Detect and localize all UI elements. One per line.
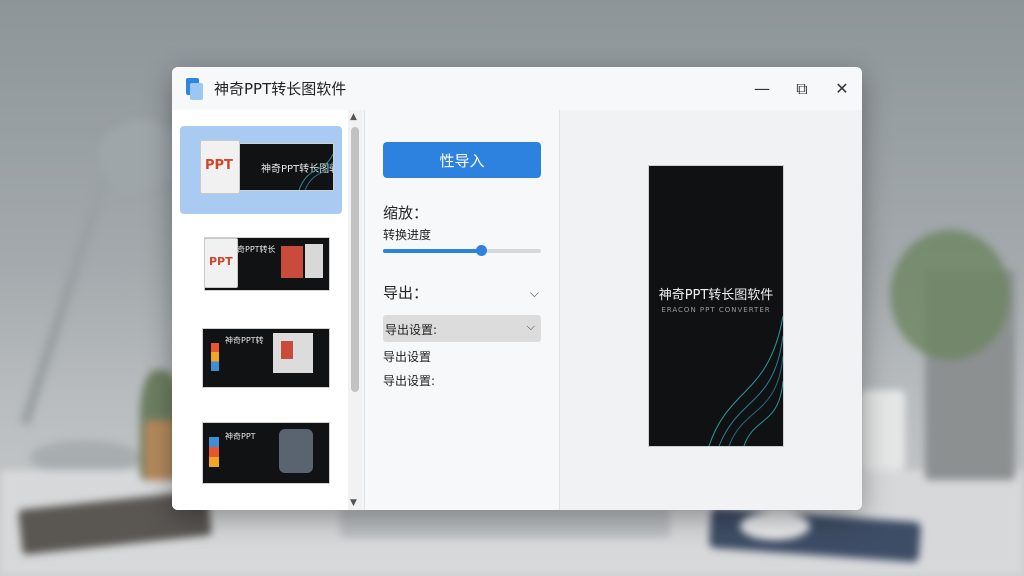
app-window: 神奇PPT转长图软件 — ⧉ ✕ 神奇PPT转长图软件 PPT 神奇PPT转长 (172, 67, 862, 510)
slide-thumbnail[interactable]: 神奇PPT转 (180, 310, 342, 398)
title-bar: 神奇PPT转长图软件 — ⧉ ✕ (172, 67, 862, 110)
slide-preview: 神奇PPT转 (202, 328, 330, 388)
settings-panel: 性导入 缩放： 转换进度 导出： ⌵ 导出设置: ⌵ 导出设置 导出设置: (364, 110, 559, 510)
zoom-slider[interactable] (383, 245, 541, 256)
zoom-label: 缩放： (383, 204, 429, 222)
slide-thumbnail[interactable]: 神奇PPT转长图软件 PPT (180, 126, 342, 214)
slide-title: 神奇PPT (225, 432, 256, 441)
progress-label: 转换进度 (383, 228, 432, 242)
slide-thumbnail-panel: 神奇PPT转长图软件 PPT 神奇PPT转长 PPT 神奇PPT转 (172, 110, 362, 510)
dropdown-value: 导出设置: (385, 323, 438, 337)
import-button[interactable]: 性导入 (383, 142, 541, 178)
long-image-preview-panel: 神奇PPT转长图软件 ERACON PPT CONVERTER (559, 110, 862, 510)
restore-button[interactable]: ⧉ (782, 67, 822, 110)
wave-graphic (708, 315, 783, 446)
minimize-button[interactable]: — (742, 67, 782, 110)
export-option[interactable]: 导出设置: (383, 372, 435, 389)
ppt-file-icon: PPT (204, 238, 238, 288)
close-button[interactable]: ✕ (822, 67, 862, 110)
slider-handle[interactable] (475, 245, 487, 256)
scroll-up-icon[interactable]: ▲ (350, 112, 357, 122)
slide-preview: 神奇PPT转长图软件 (238, 143, 334, 191)
export-option[interactable]: 导出设置 (383, 348, 431, 365)
slider-fill (383, 249, 481, 253)
long-image-preview: 神奇PPT转长图软件 ERACON PPT CONVERTER (648, 165, 784, 447)
chevron-down-icon: ⌵ (526, 320, 535, 333)
chevron-down-icon[interactable]: ⌵ (530, 286, 539, 301)
window-title: 神奇PPT转长图软件 (214, 80, 347, 98)
slide-thumbnail[interactable]: 神奇PPT转长 PPT (180, 218, 342, 306)
wave-graphic (298, 153, 333, 190)
app-logo-icon (184, 77, 204, 100)
scroll-thumb[interactable] (351, 127, 359, 392)
export-label: 导出： (383, 284, 429, 302)
ppt-file-icon: PPT (200, 140, 240, 194)
thumbnail-scrollbar[interactable]: ▲ ▼ (348, 110, 362, 510)
export-settings-dropdown[interactable]: 导出设置: ⌵ (383, 315, 541, 342)
slide-title: 神奇PPT转 (225, 336, 264, 345)
slide-thumbnail[interactable]: 神奇PPT (180, 404, 342, 492)
scroll-down-icon[interactable]: ▼ (350, 498, 357, 508)
slide-preview: 神奇PPT (202, 422, 330, 484)
